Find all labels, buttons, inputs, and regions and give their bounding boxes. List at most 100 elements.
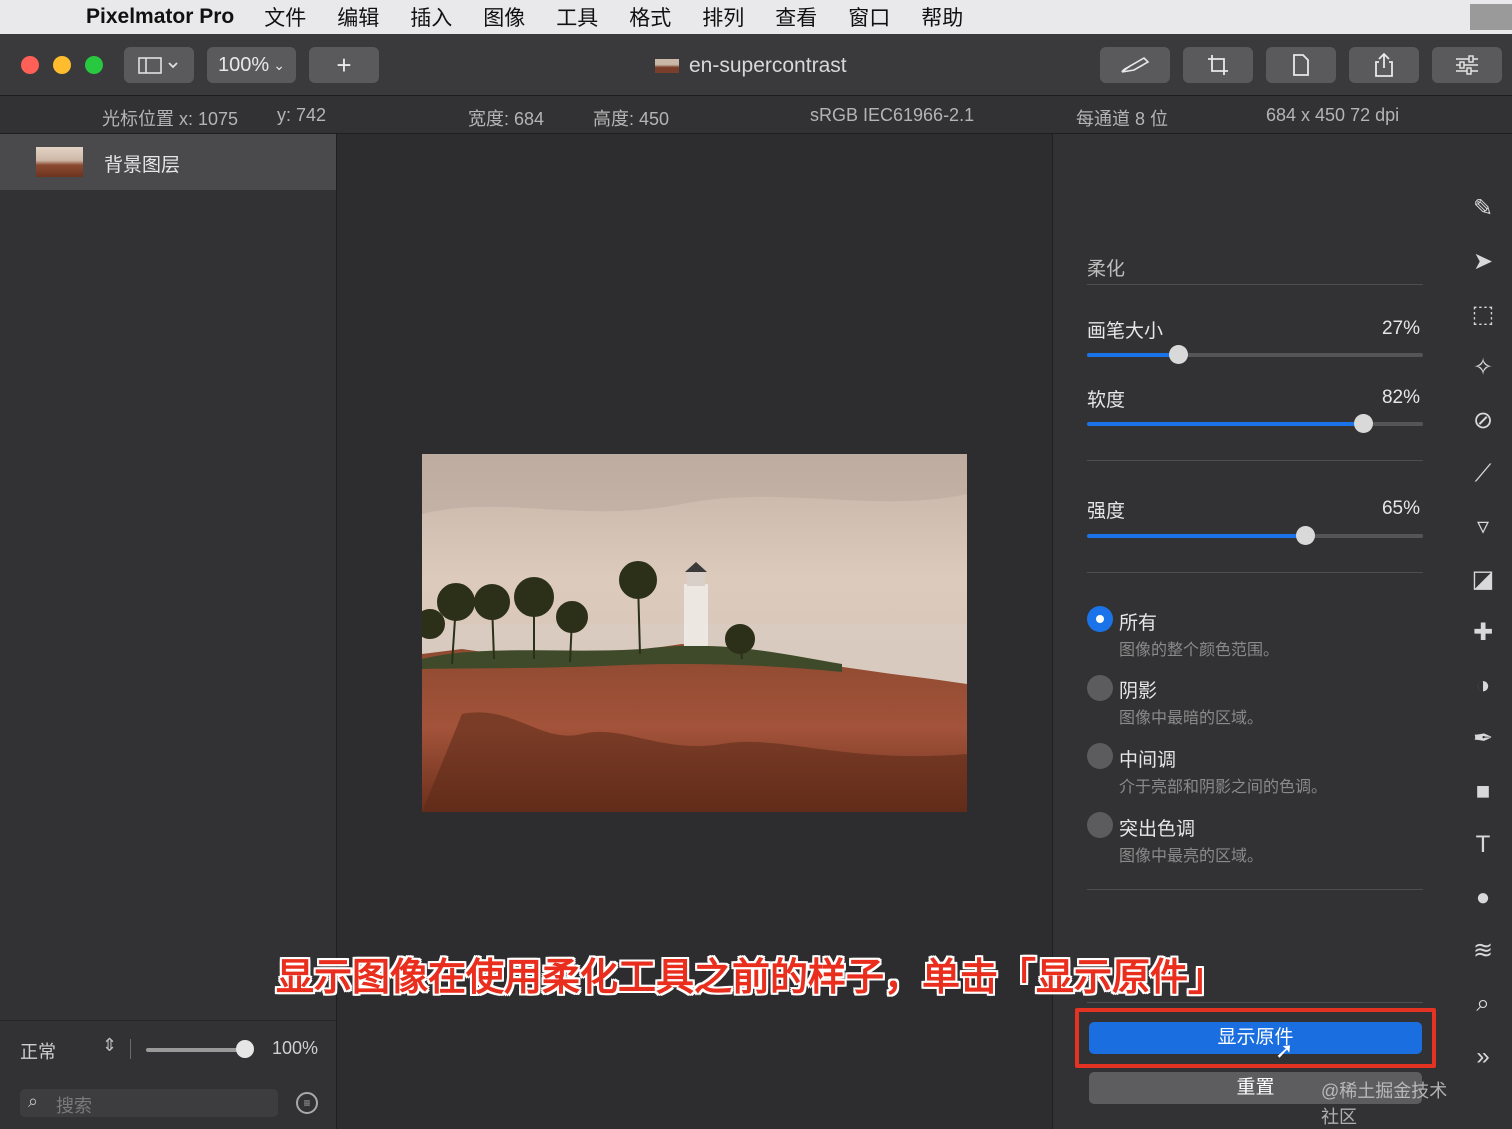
expand-tools-icon[interactable]: » [1468,1042,1498,1072]
strength-slider[interactable] [1087,526,1423,545]
menubar-status-area [1470,4,1512,30]
softness-slider[interactable] [1087,414,1423,433]
document-thumbnail [655,59,679,73]
paint-brush-icon[interactable]: ⟋ [1468,459,1498,489]
opacity-value: 100% [272,1038,319,1058]
search-placeholder: 搜索 [56,1096,92,1116]
crop-icon [1208,55,1228,75]
app-name-menu[interactable]: Pixelmator Pro [86,5,234,29]
strength-label: 强度 [1087,501,1126,522]
annotation-caption: 显示图像在使用柔化工具之前的样子，单击「显示原件」 [276,957,1227,999]
document-title-text: en-supercontrast [689,54,847,77]
image-info-bar: 光标位置 x: 1075 y: 742 宽度: 684 高度: 450 sRGB… [0,96,1512,134]
opacity-slider[interactable] [146,1048,246,1052]
sidebar-icon [138,57,178,74]
radio-highlights[interactable] [1087,812,1113,838]
color-adjust-icon[interactable]: ● [1468,883,1498,913]
cursor-x-readout: 光标位置 x: 1075 [102,109,239,129]
clone-icon[interactable]: ◑ [1468,671,1498,701]
adjustments-button[interactable] [1432,47,1502,83]
crop-button[interactable] [1183,47,1253,83]
menu-item-image[interactable]: 图像 [483,2,525,32]
sidebar-toggle-button[interactable] [124,47,194,83]
minimize-window-button[interactable] [53,56,71,74]
document-title: en-supercontrast [655,52,847,80]
image-height-readout: 高度: 450 [593,109,670,129]
divider [130,1039,131,1059]
menu-item-tools[interactable]: 工具 [556,2,598,32]
blend-mode-select[interactable]: 正常 [20,1038,56,1064]
zoom-window-button[interactable] [85,56,103,74]
section-title: 柔化 [1087,259,1126,280]
magic-wand-icon[interactable]: ✧ [1468,353,1498,383]
menu-item-window[interactable]: 窗口 [848,2,890,32]
menu-item-arrange[interactable]: 排列 [702,2,744,32]
watermark: @稀土掘金技术社区 [1321,1081,1448,1127]
add-button[interactable]: + [309,47,379,83]
eraser-icon[interactable]: ◪ [1468,565,1498,595]
updown-chevron-icon[interactable]: ⇕ [102,1035,117,1056]
sliders-icon [1456,55,1478,75]
slider-fill [1087,353,1178,357]
radio-shadows-label[interactable]: 阴影 [1119,676,1157,703]
radio-all[interactable] [1087,606,1113,632]
radio-midtones-desc: 介于亮部和阴影之间的色调。 [1119,779,1328,796]
slider-fill [1087,534,1306,538]
share-button[interactable] [1349,47,1419,83]
divider [1087,284,1423,285]
menu-item-file[interactable]: 文件 [264,2,306,32]
opacity-slider-knob[interactable] [236,1040,254,1058]
divider [1087,460,1423,461]
arrange-pointer-icon[interactable]: ➤ [1468,247,1498,277]
layer-search-input[interactable]: ⌕ 搜索 [20,1089,278,1117]
annotation-highlight-box [1075,1008,1436,1068]
menu-item-view[interactable]: 查看 [775,2,817,32]
radio-highlights-desc: 图像中最亮的区域。 [1119,848,1264,865]
slider-knob[interactable] [1296,526,1316,545]
brush-size-value: 27% [1381,318,1420,339]
document-image[interactable] [422,454,967,812]
zoom-select[interactable]: 100% ⌄ [207,47,296,83]
layer-name: 背景图层 [104,155,181,176]
brush-size-slider[interactable] [1087,345,1423,364]
share-icon [1375,52,1393,77]
search-icon: ⌕ [28,1091,39,1111]
slider-knob[interactable] [1168,345,1188,364]
menu-item-help[interactable]: 帮助 [921,2,963,32]
layer-row[interactable]: 背景图层 [0,134,336,190]
slider-fill [1087,422,1363,426]
rectangle-shape-icon[interactable]: ■ [1468,777,1498,807]
color-picker-icon[interactable]: ⊘ [1468,406,1498,436]
softness-label: 软度 [1087,390,1126,411]
divider [1087,889,1423,890]
slider-knob[interactable] [1353,414,1373,433]
radio-midtones[interactable] [1087,743,1113,769]
distort-icon[interactable]: ≋ [1468,936,1498,966]
text-tool-icon[interactable]: T [1468,830,1498,860]
lighthouse-photo [422,454,967,812]
paint-tool-button[interactable] [1100,47,1170,83]
menu-item-insert[interactable]: 插入 [410,2,452,32]
layer-blend-row: 正常 ⇕ 100% [0,1020,336,1076]
radio-highlights-label[interactable]: 突出色调 [1119,814,1195,841]
pen-icon[interactable]: ✒ [1468,724,1498,754]
document-button[interactable] [1266,47,1336,83]
paint-bucket-icon[interactable]: ▿ [1468,512,1498,542]
radio-midtones-label[interactable]: 中间调 [1119,745,1176,772]
close-window-button[interactable] [21,56,39,74]
bandage-icon[interactable]: ✚ [1468,618,1498,648]
divider [1087,1002,1423,1003]
selection-rect-icon[interactable]: ⬚ [1468,300,1498,330]
filter-icon[interactable]: ≡ [296,1092,318,1114]
radio-all-desc: 图像的整个颜色范围。 [1119,642,1280,659]
brush-size-label: 画笔大小 [1087,321,1164,342]
style-tool-icon[interactable]: ✎ [1468,194,1498,224]
zoom-tool-icon[interactable]: ⌕ [1468,989,1498,1019]
menu-item-edit[interactable]: 编辑 [337,2,379,32]
dimensions-readout: 684 x 450 72 dpi [1266,105,1400,125]
menu-item-format[interactable]: 格式 [629,2,671,32]
strength-value: 65% [1381,498,1420,519]
radio-shadows[interactable] [1087,675,1113,701]
radio-all-label[interactable]: 所有 [1119,608,1157,635]
document-icon [1293,54,1309,76]
